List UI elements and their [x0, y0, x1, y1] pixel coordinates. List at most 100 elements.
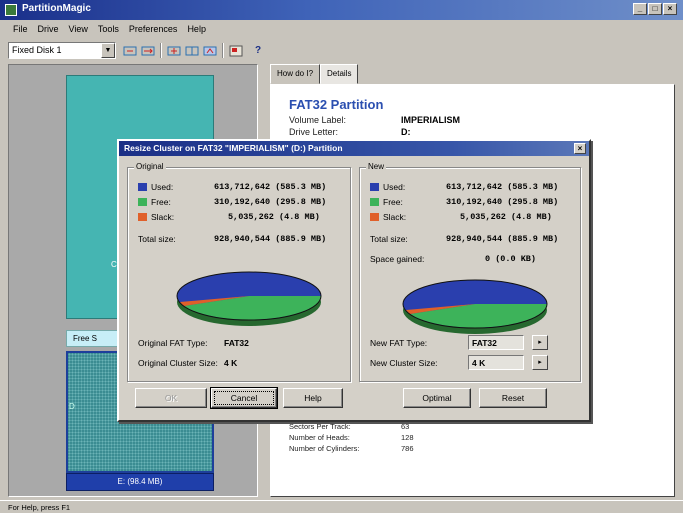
used-label: Used: [383, 182, 406, 192]
space-gained-label: Space gained: [370, 254, 425, 264]
free-label: Free: [151, 197, 171, 207]
used-label: Used: [151, 182, 174, 192]
original-cluster-size-value: 4 K [224, 358, 238, 368]
menu-preferences[interactable]: Preferences [124, 21, 183, 38]
menu-file[interactable]: File [8, 21, 33, 38]
reset-button[interactable]: Reset [479, 388, 547, 408]
minimize-button[interactable]: _ [633, 3, 647, 15]
new-cluster-size-field[interactable]: 4 K [468, 355, 524, 370]
menu-tools[interactable]: Tools [93, 21, 124, 38]
help-button[interactable]: Help [283, 388, 343, 408]
detail-row-value: 786 [401, 444, 414, 453]
help-icon[interactable]: ? [250, 42, 266, 59]
detail-row-label: Number of Heads: [289, 433, 350, 442]
menu-view[interactable]: View [64, 21, 93, 38]
cluster-size-spin-icon[interactable]: ▸ [532, 355, 548, 370]
original-fat-type-value: FAT32 [224, 338, 249, 348]
detail-row-label: Number of Cylinders: [289, 444, 360, 453]
original-group: Original Used: 613,712,642 (585.3 MB) Fr… [127, 162, 351, 382]
detail-row-value: 128 [401, 433, 414, 442]
new-slack-value: 5,035,262 (4.8 MB) [460, 212, 552, 222]
free-color-swatch [138, 198, 147, 206]
optimal-button[interactable]: Optimal [403, 388, 471, 408]
slack-legend: Slack: [138, 212, 174, 222]
tab-details[interactable]: Details [320, 64, 359, 84]
total-size-value: 928,940,544 (885.9 MB) [214, 234, 327, 244]
tab-strip: How do I? Details [270, 64, 359, 84]
fat-type-spin-icon[interactable]: ▸ [532, 335, 548, 350]
new-free-legend: Free: [370, 197, 403, 207]
menu-help[interactable]: Help [182, 21, 211, 38]
app-icon [5, 4, 17, 16]
new-cluster-size-label: New Cluster Size: [370, 358, 438, 368]
new-group-title: New [366, 162, 387, 171]
new-usage-pie [402, 279, 548, 334]
volume-label-value: IMPERIALISM [401, 115, 461, 125]
partition-c-label: C [111, 260, 117, 269]
used-color-swatch [370, 183, 379, 191]
free-color-swatch [370, 198, 379, 206]
partition-e-bar[interactable]: E: (98.4 MB) [66, 473, 214, 491]
partition-type-title: FAT32 Partition [289, 97, 384, 112]
new-used-value: 613,712,642 (585.3 MB) [446, 182, 559, 192]
original-group-title: Original [134, 162, 166, 171]
slack-color-swatch [138, 213, 147, 221]
copy-partition-icon[interactable] [184, 42, 200, 59]
menu-drive[interactable]: Drive [33, 21, 64, 38]
slack-label: Slack: [383, 212, 407, 222]
chevron-down-icon[interactable]: ▼ [101, 43, 115, 58]
used-color-swatch [138, 183, 147, 191]
detail-row-label: Sectors Per Track: [289, 422, 351, 431]
drive-letter-label: Drive Letter: [289, 127, 339, 137]
dialog-title-bar[interactable]: Resize Cluster on FAT32 "IMPERIALISM" (D… [119, 141, 589, 156]
close-button[interactable]: × [663, 3, 677, 15]
space-gained-value: 0 (0.0 KB) [485, 254, 537, 264]
new-group: New Used: 613,712,642 (585.3 MB) Free: 3… [359, 162, 581, 382]
total-size-label: Total size: [138, 234, 176, 244]
original-usage-pie [176, 271, 322, 326]
free-label: Free: [383, 197, 403, 207]
toolbar-separator [222, 43, 224, 58]
original-fat-type-label: Original FAT Type: [138, 338, 208, 348]
tab-how-do-i[interactable]: How do I? [270, 64, 321, 84]
new-fat-type-label: New FAT Type: [370, 338, 428, 348]
free-value: 310,192,640 (295.8 MB) [214, 197, 327, 207]
volume-label-label: Volume Label: [289, 115, 347, 125]
new-total-size-label: Total size: [370, 234, 408, 244]
create-partition-icon[interactable] [166, 42, 182, 59]
window-title: PartitionMagic [22, 3, 91, 14]
used-value: 613,712,642 (585.3 MB) [214, 182, 327, 192]
new-fat-type-field[interactable]: FAT32 [468, 335, 524, 350]
ok-button[interactable]: OK [135, 388, 207, 408]
slack-color-swatch [370, 213, 379, 221]
cancel-button[interactable]: Cancel [210, 387, 278, 409]
disk-select-value: Fixed Disk 1 [12, 45, 62, 55]
new-free-value: 310,192,640 (295.8 MB) [446, 197, 559, 207]
dialog-close-button[interactable]: × [574, 143, 586, 154]
original-cluster-size-label: Original Cluster Size: [138, 358, 218, 368]
resize-partition-icon[interactable] [122, 42, 138, 59]
toolbar: Fixed Disk 1 ▼ ? [0, 40, 683, 62]
dialog-title: Resize Cluster on FAT32 "IMPERIALISM" (D… [124, 143, 343, 153]
maximize-button[interactable]: □ [648, 3, 662, 15]
disk-select[interactable]: Fixed Disk 1 ▼ [8, 42, 116, 59]
partition-d-label: D [69, 402, 75, 411]
info-icon[interactable] [228, 42, 244, 59]
drive-letter-value: D: [401, 127, 411, 137]
toolbar-separator [160, 43, 162, 58]
resize-cluster-dialog: Resize Cluster on FAT32 "IMPERIALISM" (D… [117, 139, 591, 422]
detail-row-value: 63 [401, 422, 410, 431]
convert-partition-icon[interactable] [202, 42, 218, 59]
new-total-size-value: 928,940,544 (885.9 MB) [446, 234, 559, 244]
menu-bar: File Drive View Tools Preferences Help [0, 21, 683, 38]
new-slack-legend: Slack: [370, 212, 406, 222]
free-legend: Free: [138, 197, 171, 207]
status-bar: For Help, press F1 [0, 500, 683, 513]
move-partition-icon[interactable] [140, 42, 156, 59]
slack-value: 5,035,262 (4.8 MB) [228, 212, 320, 222]
slack-label: Slack: [151, 212, 175, 222]
title-bar[interactable]: PartitionMagic _ □ × [0, 0, 683, 20]
used-legend: Used: [138, 182, 173, 192]
cancel-button-label: Cancel [214, 391, 274, 405]
new-used-legend: Used: [370, 182, 405, 192]
